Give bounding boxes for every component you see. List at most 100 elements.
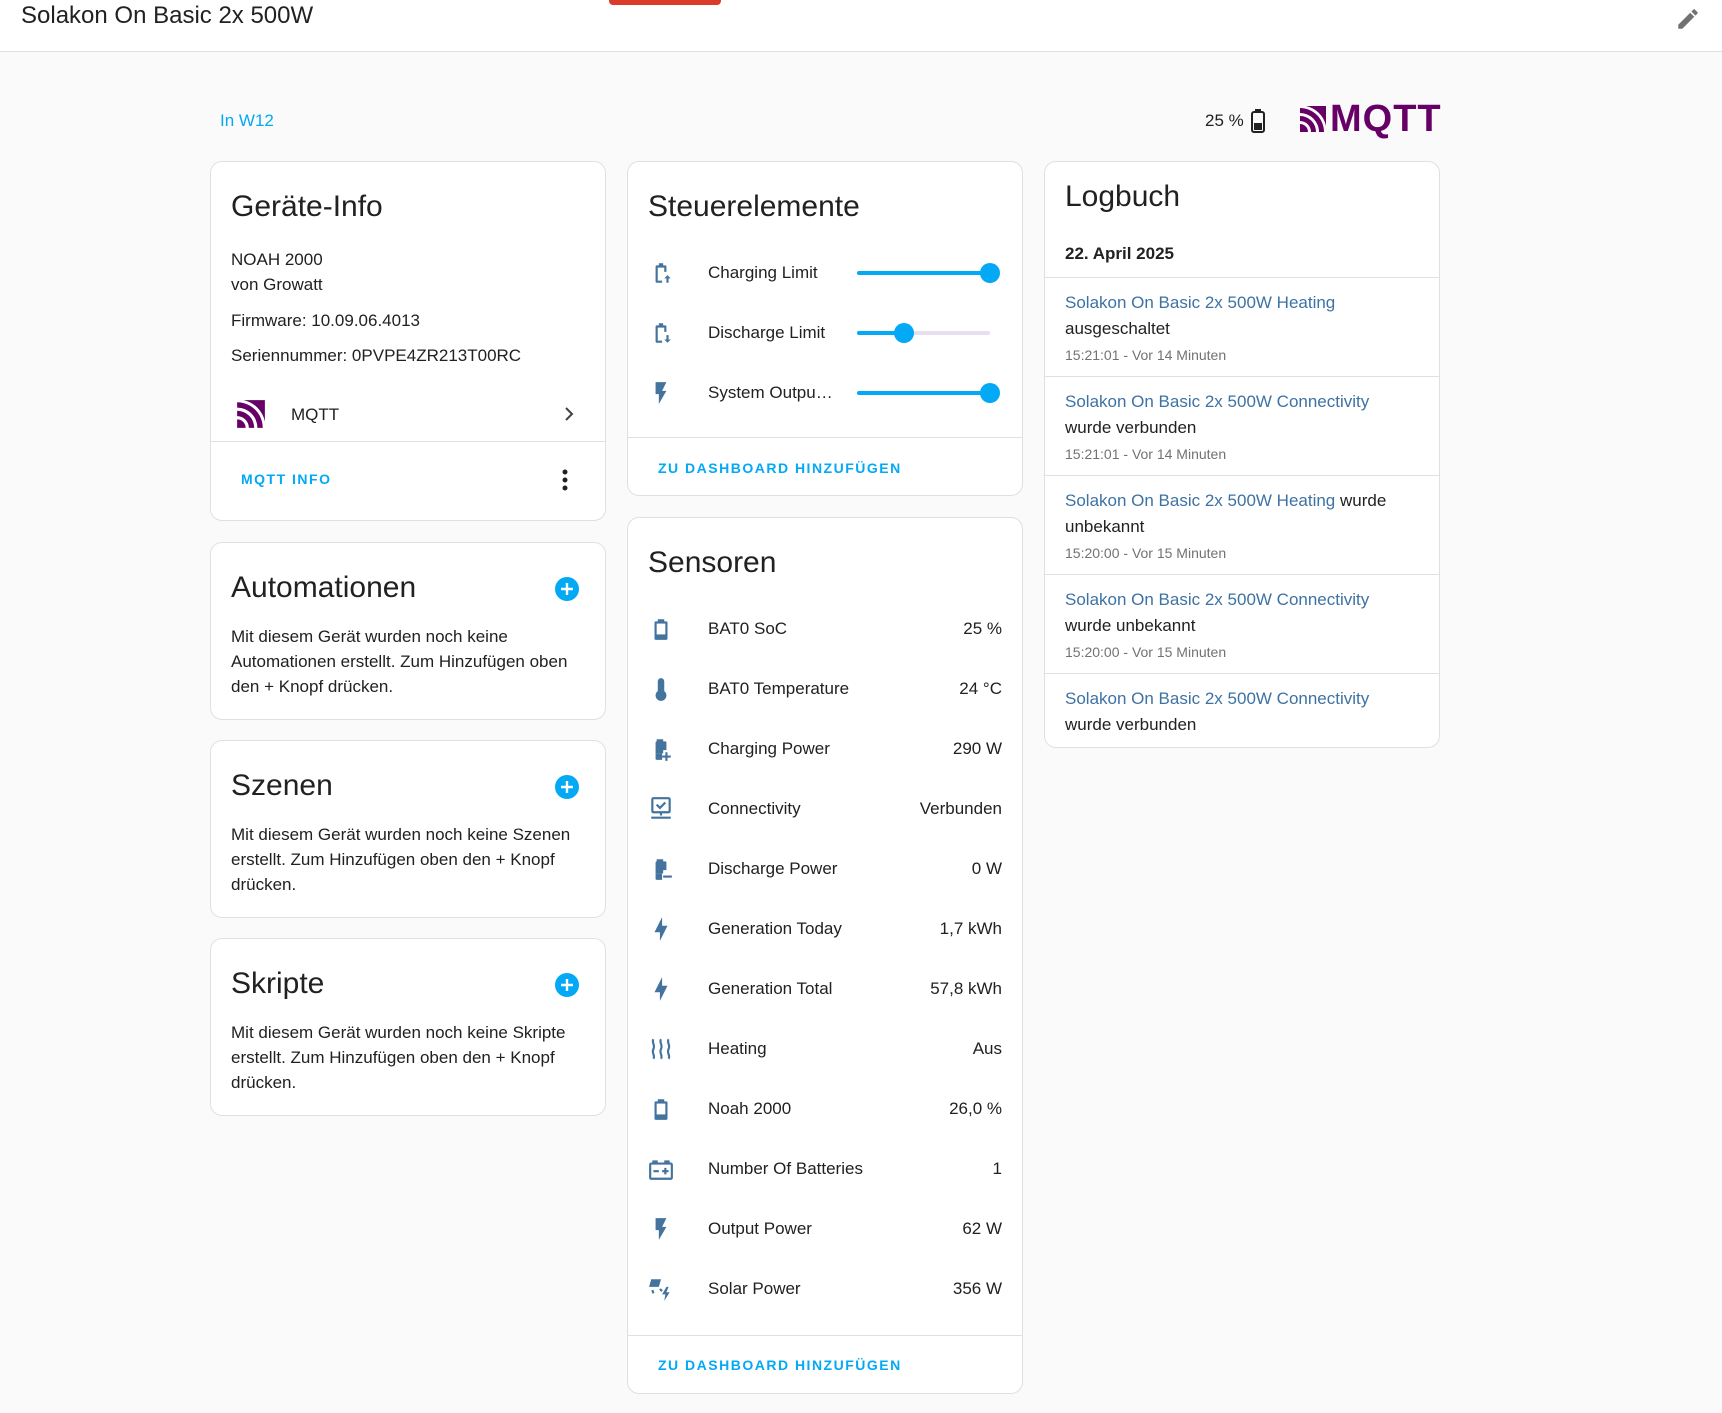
- logbook-entry: Solakon On Basic 2x 500W Connectivity wur…: [1045, 376, 1439, 462]
- sensors-title: Sensoren: [648, 546, 777, 579]
- discharge-limit-slider[interactable]: [857, 323, 990, 343]
- solar-power-icon: [649, 1279, 670, 1301]
- add-to-dashboard-button[interactable]: ZU DASHBOARD HINZUFÜGEN: [658, 1357, 902, 1373]
- add-script-button[interactable]: [553, 971, 581, 999]
- logbook-entity-link[interactable]: Solakon On Basic 2x 500W Connectivity: [1065, 689, 1369, 708]
- sensor-value: 290 W: [952, 739, 1002, 758]
- device-model: NOAH 2000: [231, 250, 323, 269]
- controls-title: Steuerelemente: [648, 190, 860, 223]
- sensor-value: Aus: [972, 1039, 1002, 1058]
- sensor-row[interactable]: Output Power 62 W: [628, 1209, 1022, 1249]
- overflow-menu-button[interactable]: [551, 466, 579, 494]
- page-title: Solakon On Basic 2x 500W: [21, 2, 314, 29]
- logbook-entity-link[interactable]: Solakon On Basic 2x 500W Connectivity: [1065, 590, 1369, 609]
- logbook-title: Logbuch: [1065, 180, 1181, 213]
- logbook-entity-link[interactable]: Solakon On Basic 2x 500W Heating: [1065, 293, 1335, 312]
- sensor-row[interactable]: Heating Aus: [628, 1029, 1022, 1069]
- slider-handle[interactable]: [980, 263, 1000, 283]
- sensor-row[interactable]: Charging Power 290 W: [628, 729, 1022, 769]
- automations-empty-text: Mit diesem Gerät wurden noch keine Autom…: [231, 627, 568, 696]
- control-label: Charging Limit: [708, 263, 818, 282]
- sensor-value: 1,7 kWh: [939, 919, 1002, 938]
- system-output-slider[interactable]: [857, 383, 1000, 403]
- battery-plus-icon: [655, 739, 671, 761]
- add-scene-button[interactable]: [553, 773, 581, 801]
- logbook-message: wurde verbunden: [1065, 418, 1197, 437]
- sensor-row[interactable]: BAT0 SoC 25 %: [628, 609, 1022, 649]
- battery-low-icon: [1250, 109, 1265, 133]
- mqtt-logo-text: MQTT: [1330, 98, 1442, 140]
- sensor-value: 62 W: [962, 1219, 1002, 1238]
- logbook-message: wurde unbekannt: [1065, 616, 1196, 635]
- logbook-entry: Solakon On Basic 2x 500W Connectivity wur…: [1045, 673, 1439, 738]
- logbook-entity-link[interactable]: Solakon On Basic 2x 500W Heating: [1065, 491, 1335, 510]
- logbook-time: 15:20:00 - Vor 15 Minuten: [1065, 644, 1227, 660]
- edit-button[interactable]: [1673, 4, 1703, 34]
- battery-icon: [654, 619, 668, 640]
- battery-level-text: 25 %: [1205, 111, 1244, 130]
- sensor-value: 356 W: [952, 1279, 1002, 1298]
- sensor-row[interactable]: Connectivity Verbunden: [628, 789, 1022, 829]
- logbook-entry: Solakon On Basic 2x 500W Connectivity wur…: [1045, 574, 1439, 660]
- logbook-entry: Solakon On Basic 2x 500W Heating wurde u…: [1045, 475, 1439, 561]
- control-row[interactable]: Discharge Limit: [628, 313, 1022, 353]
- chevron-right-icon: [565, 407, 574, 421]
- logbook-time: 15:20:00 - Vor 15 Minuten: [1065, 545, 1227, 561]
- scripts-empty-text: Mit diesem Gerät wurden noch keine Skrip…: [231, 1023, 566, 1092]
- slider-handle[interactable]: [893, 323, 914, 343]
- automations-card: Automationen Mit diesem Gerät wurden noc…: [210, 542, 606, 720]
- automations-title: Automationen: [231, 571, 417, 604]
- top-bar: Solakon On Basic 2x 500W: [0, 0, 1722, 52]
- battery-status: 25 %: [1205, 108, 1266, 134]
- sensor-label: Generation Total: [708, 979, 833, 998]
- sensor-row[interactable]: Noah 2000 26,0 %: [628, 1089, 1022, 1129]
- controls-card: Steuerelemente Charging Limit Discharge …: [627, 161, 1023, 496]
- logbook-entity-link[interactable]: Solakon On Basic 2x 500W Connectivity: [1065, 392, 1369, 411]
- network-icon: [651, 797, 671, 819]
- sensor-value: 25 %: [963, 619, 1002, 638]
- mqtt-logo-icon: [1300, 106, 1326, 132]
- device-serial: Seriennummer: 0PVPE4ZR213T00RC: [231, 346, 522, 365]
- sensor-value: 26,0 %: [949, 1099, 1002, 1118]
- sensor-row[interactable]: Generation Total 57,8 kWh: [628, 969, 1022, 1009]
- sensor-label: Heating: [708, 1039, 767, 1058]
- sensor-row[interactable]: Generation Today 1,7 kWh: [628, 909, 1022, 949]
- mqtt-info-button[interactable]: MQTT INFO: [241, 471, 332, 487]
- sensor-label: Output Power: [708, 1219, 812, 1238]
- sensor-value: 57,8 kWh: [930, 979, 1002, 998]
- battery-discharging-icon: [655, 323, 671, 343]
- logbook-message: wurde verbunden: [1065, 715, 1197, 734]
- scenes-empty-text: Mit diesem Gerät wurden noch keine Szene…: [231, 825, 571, 894]
- sensor-row[interactable]: Number Of Batteries 1: [628, 1149, 1022, 1189]
- add-to-dashboard-button[interactable]: ZU DASHBOARD HINZUFÜGEN: [658, 460, 902, 476]
- sensor-row[interactable]: BAT0 Temperature 24 °C: [628, 669, 1022, 709]
- control-row[interactable]: System Outpu…: [628, 373, 1022, 413]
- mqtt-logo: MQTT: [1298, 100, 1442, 138]
- sensor-label: Solar Power: [708, 1279, 801, 1298]
- control-label: Discharge Limit: [708, 323, 826, 342]
- device-info-actions: MQTT INFO: [211, 444, 605, 514]
- heat-wave-icon: [651, 1038, 671, 1060]
- slider-handle[interactable]: [980, 383, 1000, 403]
- car-battery-icon: [649, 1160, 673, 1180]
- pencil-icon: [1678, 9, 1698, 29]
- logbook-date: 22. April 2025: [1065, 244, 1174, 263]
- device-manufacturer: von Growatt: [231, 275, 323, 294]
- area-link[interactable]: In W12: [220, 111, 274, 131]
- device-info-title: Geräte-Info: [231, 190, 383, 223]
- dots-vertical-icon: [562, 469, 568, 491]
- battery-charging-icon: [655, 263, 671, 283]
- scripts-title: Skripte: [231, 967, 325, 1000]
- tab-indicator: [609, 0, 721, 5]
- mqtt-icon: [237, 400, 265, 428]
- charging-limit-slider[interactable]: [857, 263, 1000, 283]
- control-row[interactable]: Charging Limit: [628, 253, 1022, 293]
- sensor-row[interactable]: Solar Power 356 W: [628, 1269, 1022, 1309]
- sensor-row[interactable]: Discharge Power 0 W: [628, 849, 1022, 889]
- integration-link-mqtt[interactable]: MQTT: [211, 386, 605, 442]
- add-automation-button[interactable]: [553, 575, 581, 603]
- divider: [628, 437, 1022, 438]
- scenes-title: Szenen: [231, 769, 333, 802]
- thermometer-icon: [655, 678, 667, 701]
- sensor-label: Generation Today: [708, 919, 842, 938]
